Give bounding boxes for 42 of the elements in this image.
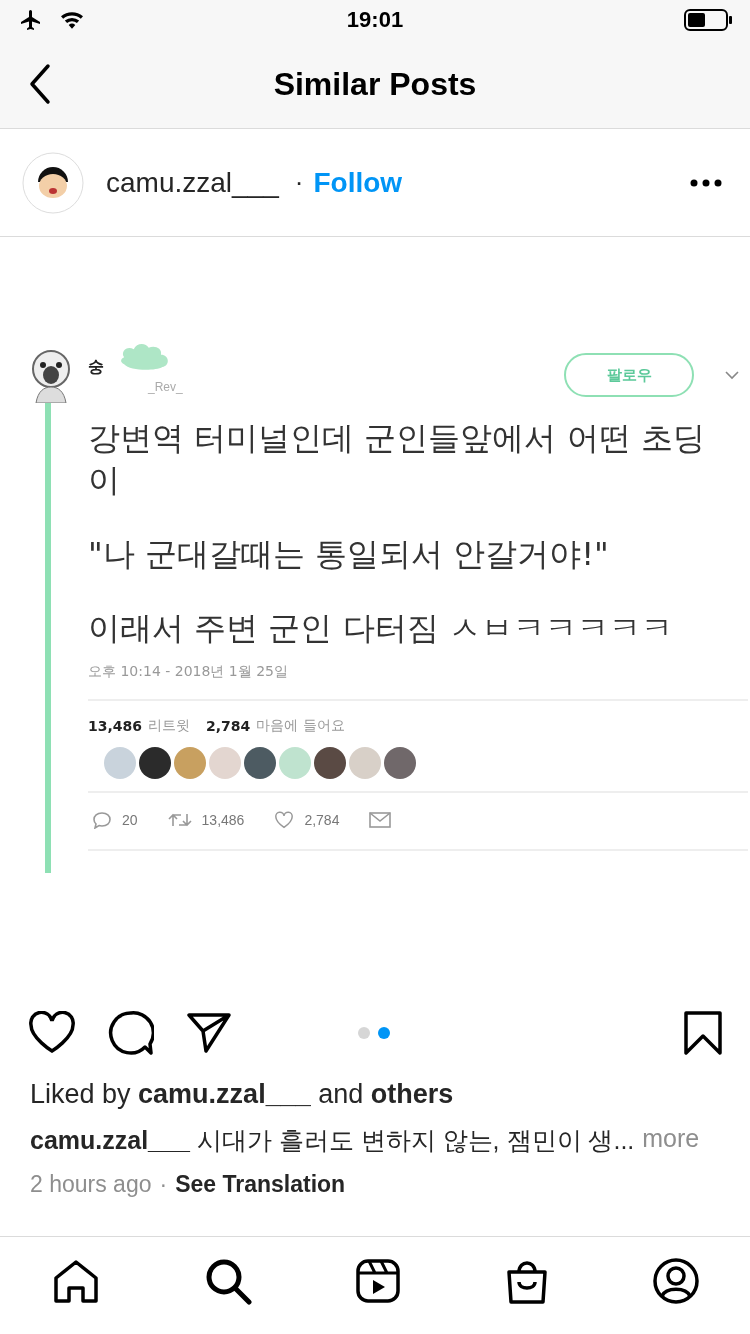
retweet-label: 리트윗 [148, 717, 191, 735]
like-count: 2,784 [206, 718, 251, 734]
like-count: 2,784 [304, 812, 340, 828]
send-icon[interactable] [186, 1012, 232, 1054]
retweet-icon [167, 812, 192, 828]
mail-icon [369, 812, 392, 828]
like-label: 마음에 들어요 [256, 717, 345, 735]
retweet-count: 13,486 [88, 718, 143, 734]
reply-count: 20 [122, 812, 138, 828]
username[interactable]: camu.zzal___ [106, 166, 279, 199]
heart-icon [274, 811, 295, 829]
tweet-timestamp: 오후 10:14 - 2018년 1월 25일 [88, 663, 289, 681]
status-time: 19:01 [345, 7, 405, 33]
comment-icon[interactable] [108, 1010, 154, 1056]
avatar[interactable] [22, 151, 84, 214]
tweet-text: 강변역 터미널인데 군인들앞에서 어떤 초딩이 [88, 418, 706, 501]
back-button[interactable] [28, 62, 52, 106]
separator: · [294, 167, 304, 198]
battery-icon [684, 8, 734, 32]
tweet-follow-button[interactable]: 팔로우 [564, 353, 694, 397]
tweet-text: "나 군대갈때는 통일되서 안갈거야!" [88, 534, 610, 575]
page-title: Similar Posts [272, 65, 478, 103]
heart-icon[interactable] [28, 1011, 76, 1055]
more-icon[interactable] [690, 178, 722, 187]
liked-by-text: Liked by camu.zzal___ and others [30, 1079, 455, 1110]
home-icon[interactable] [52, 1257, 100, 1304]
retweet-count: 13,486 [201, 812, 245, 828]
bookmark-icon[interactable] [684, 1011, 722, 1055]
tweet-handle: _Rev_ [148, 379, 184, 394]
follow-button[interactable]: Follow [313, 166, 403, 199]
chevron-down-icon [724, 370, 740, 380]
post-time: 2 hours ago [30, 1171, 152, 1198]
more-link[interactable]: more [642, 1124, 700, 1157]
caption-text: camu.zzal___ 시대가 흘러도 변하지 않는, 잼민이 생... [30, 1125, 635, 1156]
see-translation-link[interactable]: See Translation [175, 1171, 346, 1198]
tweet-author-name: 숭 [88, 356, 105, 377]
reply-icon [92, 811, 112, 829]
profile-icon[interactable] [652, 1256, 700, 1305]
wifi-icon [58, 9, 86, 31]
tweet-text: 이래서 주변 군인 다터짐 ㅅㅂㅋㅋㅋㅋㅋ [88, 608, 674, 649]
reels-icon[interactable] [355, 1257, 401, 1304]
separator: · [159, 1171, 168, 1198]
